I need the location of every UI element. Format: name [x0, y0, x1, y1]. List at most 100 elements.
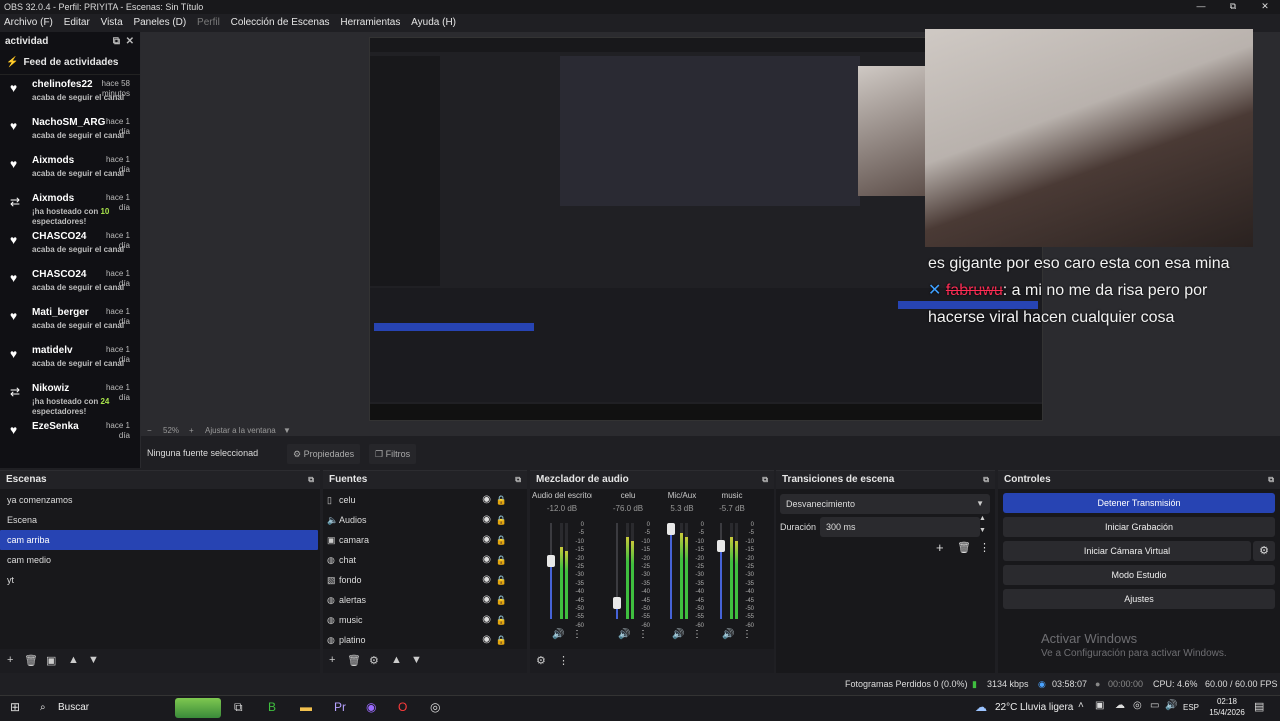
filters-button[interactable]: ❐ Filtros: [369, 444, 417, 464]
lock-icon[interactable]: 🔒: [496, 510, 507, 530]
b-app-icon[interactable]: B: [268, 700, 276, 714]
tray-app-icon[interactable]: ▣: [1095, 700, 1104, 711]
opera-icon[interactable]: O: [398, 700, 407, 714]
float-icon[interactable]: ⧉: [113, 32, 120, 52]
obs-icon[interactable]: ◎: [430, 700, 440, 714]
fader-knob[interactable]: [667, 523, 675, 535]
eye-icon[interactable]: ◉: [482, 590, 491, 610]
add-icon[interactable]: +: [329, 654, 335, 666]
eye-icon[interactable]: ◉: [482, 510, 491, 530]
start-virtual-camera-button[interactable]: Iniciar Cámara Virtual: [1003, 541, 1251, 561]
scene-item[interactable]: Escena: [0, 510, 320, 530]
mute-button[interactable]: 🔊: [552, 629, 564, 640]
source-item[interactable]: ▯ celu ◉ 🔒: [323, 490, 519, 510]
menu-coleccion-escenas[interactable]: Colección de Escenas: [227, 14, 334, 31]
eye-icon[interactable]: ◉: [482, 530, 491, 550]
stop-streaming-button[interactable]: Detener Transmisión: [1003, 493, 1275, 513]
source-item[interactable]: ▣ camara ◉ 🔒: [323, 530, 519, 550]
network-icon[interactable]: ▭: [1150, 700, 1159, 711]
transition-select[interactable]: Desvanecimiento ▼: [780, 494, 990, 514]
gear-icon[interactable]: ⚙: [369, 654, 379, 667]
lock-icon[interactable]: 🔒: [496, 630, 507, 650]
menu-dots-icon[interactable]: ⋮: [742, 629, 752, 640]
menu-editar[interactable]: Editar: [60, 14, 94, 31]
start-recording-button[interactable]: Iniciar Grabación: [1003, 517, 1275, 537]
premiere-icon[interactable]: Pr: [334, 700, 346, 714]
scene-item[interactable]: ya comenzamos: [0, 490, 320, 510]
discord-icon[interactable]: ◉: [366, 700, 376, 714]
float-icon[interactable]: ⧉: [1268, 471, 1274, 489]
volume-fader[interactable]: [613, 523, 621, 619]
menu-perfil[interactable]: Perfil: [193, 14, 224, 31]
scene-filter-icon[interactable]: ▣: [46, 654, 56, 667]
scene-item[interactable]: yt: [0, 570, 320, 590]
float-icon[interactable]: ⧉: [515, 471, 521, 489]
mute-button[interactable]: 🔊: [722, 629, 734, 640]
float-icon[interactable]: ⧉: [983, 471, 989, 489]
source-item[interactable]: ◍ alertas ◉ 🔒: [323, 590, 519, 610]
chevron-up-icon[interactable]: ˄: [1078, 700, 1084, 711]
settings-button[interactable]: Ajustes: [1003, 589, 1275, 609]
folder-icon[interactable]: ▬: [300, 700, 312, 714]
menu-dots-icon[interactable]: ⋮: [638, 629, 648, 640]
menu-vista[interactable]: Vista: [97, 14, 127, 31]
lock-icon[interactable]: 🔒: [496, 550, 507, 570]
volume-fader[interactable]: [717, 523, 725, 619]
fit-window-label[interactable]: Ajustar a la ventana: [205, 426, 276, 435]
float-icon[interactable]: ⧉: [762, 471, 768, 489]
fader-knob[interactable]: [717, 539, 725, 552]
spin-up-icon[interactable]: ▲: [979, 515, 986, 522]
chevron-up-icon[interactable]: ▲: [391, 654, 402, 666]
menu-herramientas[interactable]: Herramientas: [336, 14, 404, 31]
landscape-widget-icon[interactable]: [175, 698, 221, 718]
menu-dots-icon[interactable]: ⋮: [692, 629, 702, 640]
lock-icon[interactable]: 🔒: [496, 590, 507, 610]
scene-item[interactable]: cam medio: [0, 550, 320, 570]
tray-cloud-icon[interactable]: ☁: [1115, 700, 1125, 711]
properties-button[interactable]: ⚙ Propiedades: [287, 444, 361, 464]
source-item[interactable]: 🔈 Audios ◉ 🔒: [323, 510, 519, 530]
studio-mode-button[interactable]: Modo Estudio: [1003, 565, 1275, 585]
add-icon[interactable]: +: [936, 540, 944, 555]
trash-icon[interactable]: 🗑: [957, 541, 971, 554]
source-item[interactable]: ◍ chat ◉ 🔒: [323, 550, 519, 570]
clock-date[interactable]: 15/4/2026: [1204, 708, 1250, 717]
fader-knob[interactable]: [613, 596, 621, 609]
lock-icon[interactable]: 🔒: [496, 490, 507, 510]
trash-icon[interactable]: 🗑: [24, 654, 38, 667]
minimize-button[interactable]: —: [1186, 1, 1216, 13]
float-icon[interactable]: ⧉: [308, 471, 314, 489]
lock-icon[interactable]: 🔒: [496, 530, 507, 550]
lock-icon[interactable]: 🔒: [496, 570, 507, 590]
spin-down-icon[interactable]: ▼: [979, 527, 986, 534]
menu-ayuda[interactable]: Ayuda (H): [407, 14, 460, 31]
source-item[interactable]: ▧ fondo ◉ 🔒: [323, 570, 519, 590]
source-item[interactable]: ◍ music ◉ 🔒: [323, 610, 519, 630]
virtual-camera-settings-button[interactable]: ⚙: [1253, 541, 1275, 561]
scene-item[interactable]: cam arriba: [0, 530, 318, 550]
volume-fader[interactable]: [547, 523, 555, 619]
clock-time[interactable]: 02:18: [1212, 697, 1242, 706]
tray-obs-icon[interactable]: ◎: [1133, 700, 1142, 711]
mixer-settings-icon[interactable]: ⚙: [536, 654, 546, 667]
menu-paneles[interactable]: Paneles (D): [129, 14, 190, 31]
volume-fader[interactable]: [667, 523, 675, 619]
notification-icon[interactable]: ▤: [1254, 700, 1264, 713]
trash-icon[interactable]: 🗑: [347, 654, 361, 667]
windows-start-icon[interactable]: ⊞: [10, 700, 20, 714]
add-icon[interactable]: +: [7, 654, 13, 666]
eye-icon[interactable]: ◉: [482, 630, 491, 650]
menu-dots-icon[interactable]: ⋮: [572, 629, 582, 640]
mute-button[interactable]: 🔊: [672, 629, 684, 640]
chevron-up-icon[interactable]: ▲: [68, 654, 79, 666]
menu-dots-icon[interactable]: ⋮: [979, 541, 990, 554]
chevron-down-icon[interactable]: ▼: [283, 426, 291, 435]
volume-icon[interactable]: 🔊: [1165, 700, 1177, 711]
eye-icon[interactable]: ◉: [482, 550, 491, 570]
task-view-icon[interactable]: ⧉: [234, 700, 243, 715]
eye-icon[interactable]: ◉: [482, 490, 491, 510]
lock-icon[interactable]: 🔒: [496, 610, 507, 630]
eye-icon[interactable]: ◉: [482, 610, 491, 630]
eye-icon[interactable]: ◉: [482, 570, 491, 590]
close-button[interactable]: ✕: [1250, 1, 1280, 13]
